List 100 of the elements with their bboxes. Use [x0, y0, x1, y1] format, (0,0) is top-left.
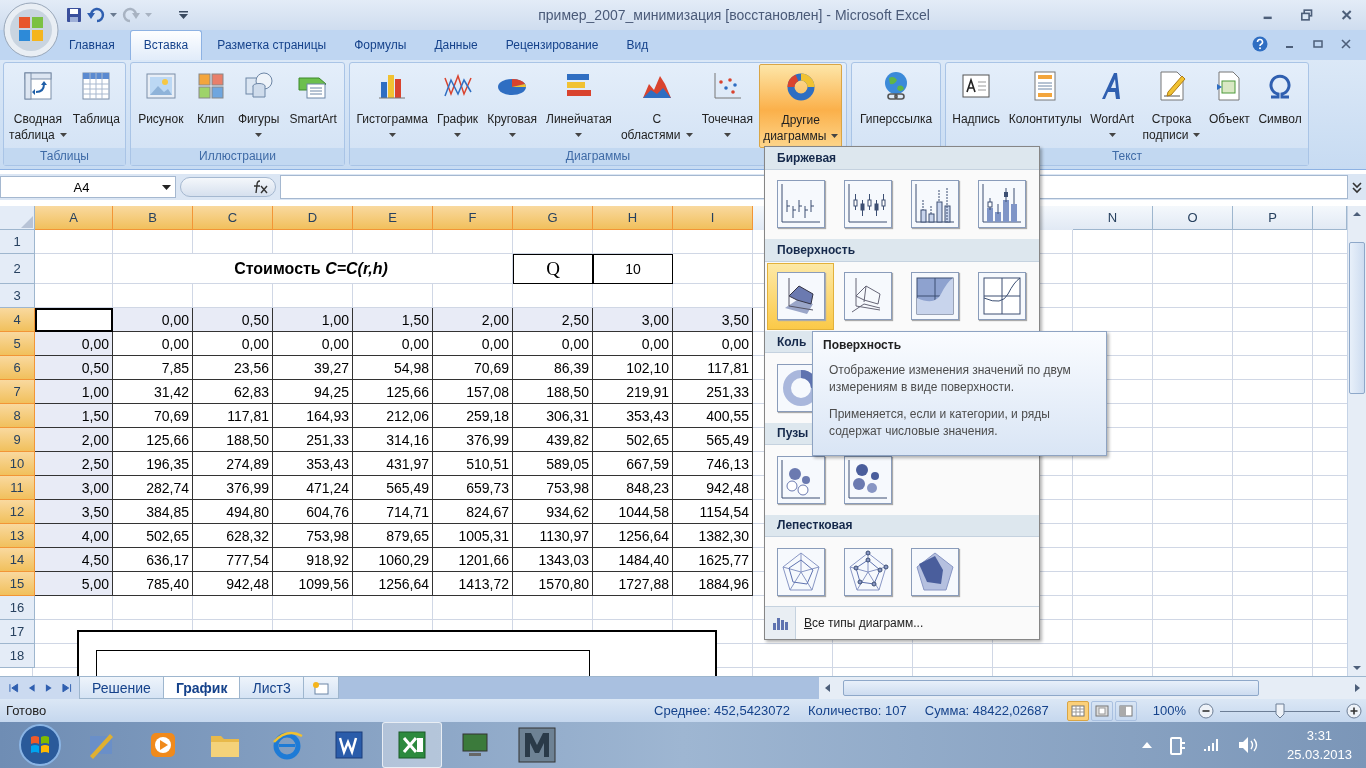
view-button[interactable] [1114, 700, 1137, 721]
row-header[interactable]: 9 [0, 428, 35, 452]
view-button[interactable] [1066, 700, 1089, 721]
slider-thumb[interactable] [1275, 702, 1285, 719]
column-header[interactable]: E [353, 206, 433, 230]
ribbon-button[interactable]: Строка подписи [1139, 64, 1204, 148]
table-cell: 1154,54 [673, 500, 753, 524]
customize-icon[interactable] [179, 11, 188, 19]
signal-icon[interactable] [1202, 737, 1221, 753]
row-header[interactable]: 1 [0, 230, 35, 254]
ribbon-tab[interactable]: Вставка [129, 30, 203, 60]
column-header[interactable]: C [193, 206, 273, 230]
first-sheet-icon[interactable] [8, 682, 20, 694]
speaker-icon[interactable] [1236, 735, 1259, 755]
ribbon-tab[interactable]: Формулы [341, 31, 420, 60]
chart-type-option[interactable] [767, 262, 834, 330]
column-header[interactable]: P [1233, 206, 1313, 230]
name-box[interactable]: A4 [0, 176, 176, 198]
ribbon-button[interactable]: Колонтитулы [1005, 64, 1085, 148]
ribbon-tab[interactable]: Рецензирование [492, 31, 612, 60]
ribbon-tab[interactable]: Данные [421, 31, 491, 60]
ribbon-tab[interactable]: Разметка страницы [204, 31, 340, 60]
column-header[interactable]: N [1073, 206, 1153, 230]
sheet-tab[interactable]: График [162, 677, 241, 699]
ribbon-button[interactable]: Фигуры [234, 64, 283, 148]
ribbon-tab[interactable]: Главная [56, 31, 128, 60]
row-header[interactable]: 3 [0, 284, 35, 308]
ribbon-button[interactable]: Таблица [69, 64, 123, 148]
contour-chart-icon [910, 272, 959, 321]
zoom-out-icon[interactable] [1198, 702, 1214, 719]
ribbon-button[interactable]: Точечная [698, 64, 757, 148]
table-cell: 494,80 [193, 500, 273, 524]
zoom-in-icon[interactable] [1346, 702, 1362, 719]
column-header[interactable]: A [35, 206, 113, 230]
row-header[interactable]: 16 [0, 596, 35, 620]
row-header[interactable]: 6 [0, 356, 35, 380]
zoom-level[interactable]: 100% [1152, 703, 1186, 718]
taskbar-app[interactable] [382, 722, 442, 768]
function-icon[interactable] [253, 180, 269, 194]
ribbon-button[interactable]: WordArt [1087, 64, 1138, 148]
column-header[interactable]: H [593, 206, 673, 230]
ribbon-button[interactable]: Надпись [949, 64, 1004, 148]
all-chart-types-link[interactable]: Все типы диаграмм... [804, 616, 924, 631]
row-header[interactable]: 15 [0, 572, 35, 596]
menu-section-title: Пузы [777, 426, 809, 441]
row-header[interactable]: 10 [0, 452, 35, 476]
row-header[interactable]: 7 [0, 380, 35, 404]
ribbon-button[interactable]: Другие диаграммы [759, 64, 843, 148]
menu-section-title: Лепестковая [777, 518, 853, 533]
save-icon[interactable] [66, 7, 82, 23]
ribbon-button[interactable]: Рисунок [135, 64, 187, 148]
ribbon-button[interactable]: Гиперссылка [856, 64, 936, 148]
column-header[interactable]: B [113, 206, 193, 230]
undo-icon[interactable] [87, 7, 105, 23]
ribbon-button[interactable]: График [434, 64, 482, 148]
row-header[interactable]: 13 [0, 524, 35, 548]
ribbon-button[interactable]: С областями [617, 64, 696, 148]
active-cell[interactable] [35, 308, 113, 332]
ribbon-tab[interactable]: Вид [613, 31, 662, 60]
sheet-tab[interactable]: Решение [79, 677, 164, 699]
vertical-scrollbar[interactable] [1347, 206, 1366, 676]
close-icon[interactable] [1340, 8, 1352, 22]
show-hidden-icons[interactable] [1140, 740, 1153, 750]
row-header[interactable]: 11 [0, 476, 35, 500]
row-header[interactable]: 8 [0, 404, 35, 428]
row-header[interactable]: 14 [0, 548, 35, 572]
last-sheet-icon[interactable] [60, 682, 72, 694]
ribbon-button[interactable]: Круговая [484, 64, 540, 148]
sheet-tab[interactable]: Лист3 [239, 677, 304, 699]
horizontal-scrollbar[interactable] [818, 677, 1366, 699]
insert-sheet-button[interactable] [302, 677, 339, 699]
ribbon-button[interactable]: Гистограмма [353, 64, 431, 148]
ribbon-button[interactable]: Сводная таблица [6, 64, 70, 148]
scroll-thumb[interactable] [1349, 242, 1365, 394]
power-icon[interactable] [1168, 734, 1187, 756]
column-header[interactable]: D [273, 206, 353, 230]
help-icon[interactable] [1252, 36, 1268, 52]
row-header[interactable]: 18 [0, 644, 35, 668]
view-button[interactable] [1090, 700, 1113, 721]
column-header[interactable]: F [433, 206, 513, 230]
ribbon-button[interactable]: SmartArt [286, 64, 340, 148]
ribbon-button[interactable]: Линейчатая [543, 64, 615, 148]
row-header[interactable]: 5 [0, 332, 35, 356]
row-header[interactable]: 17 [0, 620, 35, 644]
caret-icon[interactable] [110, 13, 117, 17]
ribbon-button[interactable]: Символ [1255, 64, 1305, 148]
column-header[interactable]: O [1153, 206, 1233, 230]
start-button[interactable] [18, 723, 62, 767]
scroll-thumb[interactable] [842, 680, 1259, 696]
restore-icon[interactable] [1312, 38, 1324, 50]
ribbon-button[interactable]: Клип [190, 64, 231, 148]
close-icon[interactable] [1340, 38, 1352, 50]
restore-icon[interactable] [1301, 8, 1313, 22]
column-header[interactable]: I [673, 206, 753, 230]
row-header[interactable]: 12 [0, 500, 35, 524]
row-header[interactable]: 2 [0, 254, 35, 284]
zoom-slider[interactable] [1220, 702, 1340, 719]
row-header[interactable]: 4 [0, 308, 35, 332]
ribbon-button[interactable]: Объект [1206, 64, 1253, 148]
column-header[interactable]: G [513, 206, 593, 230]
